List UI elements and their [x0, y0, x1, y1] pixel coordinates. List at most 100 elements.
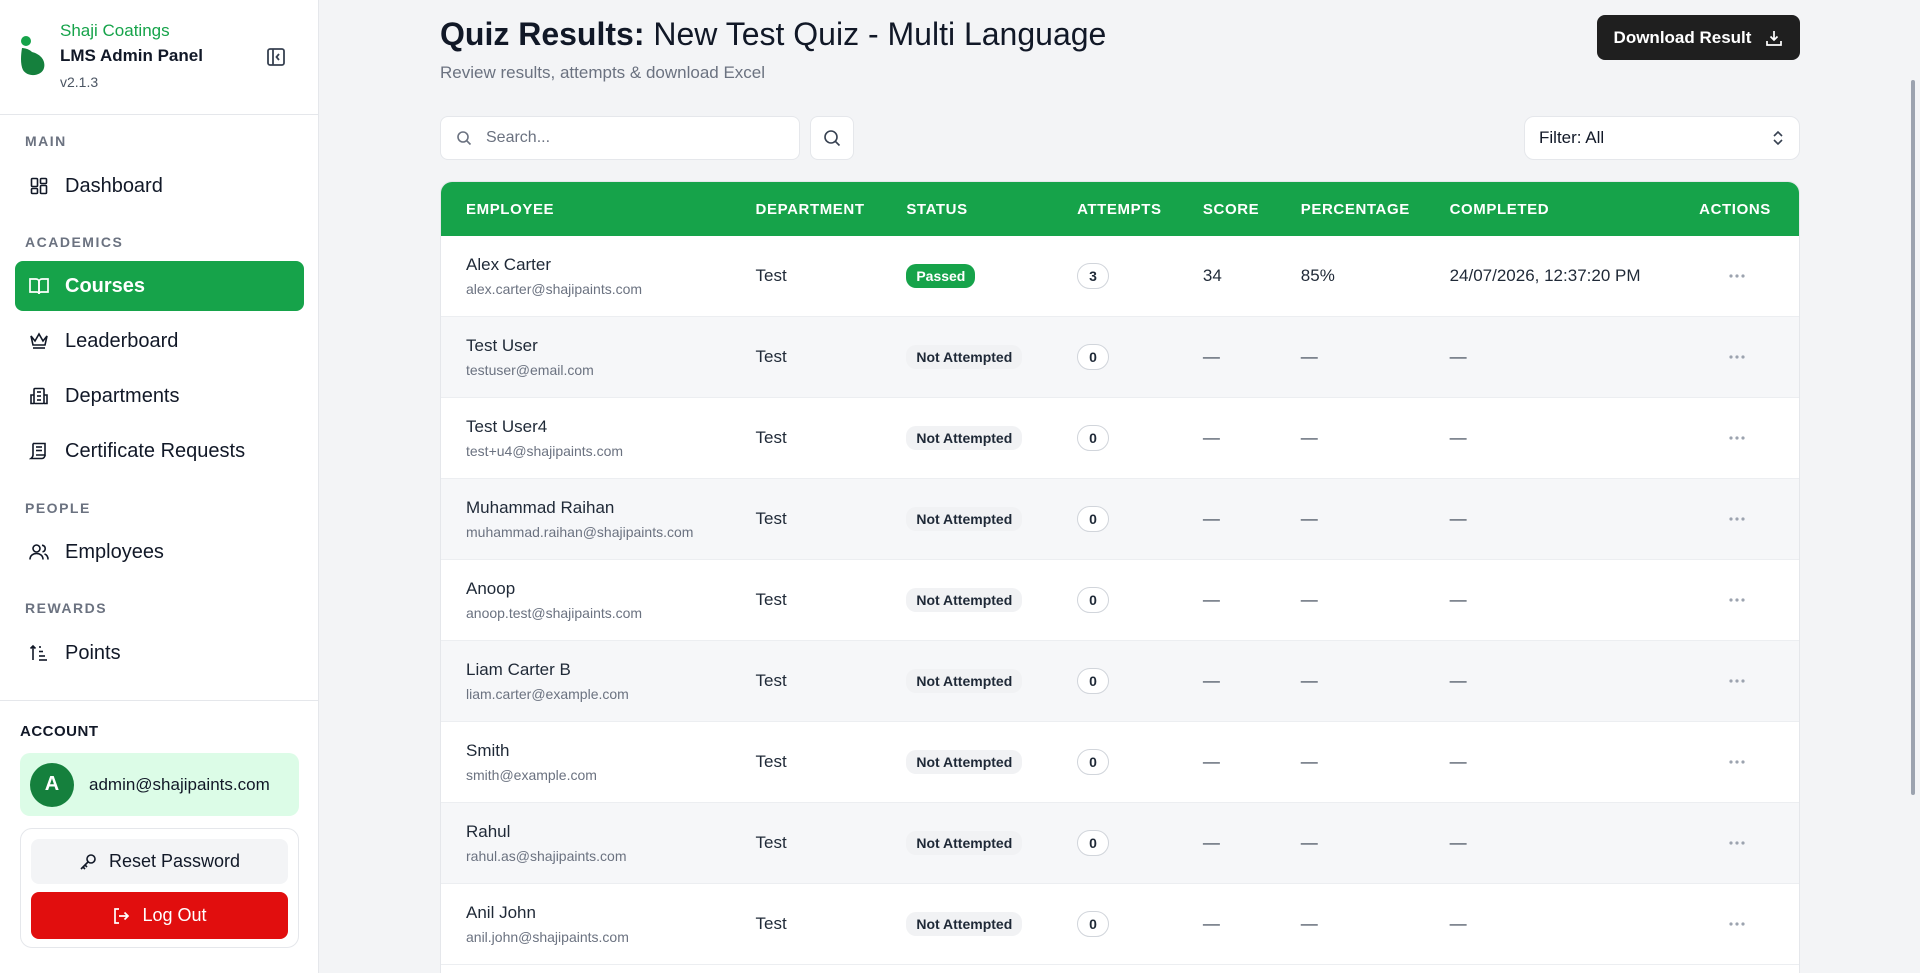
sidebar-item-label: Employees — [65, 540, 164, 563]
employee-cell: Liam Carter B liam.carter@example.com — [441, 641, 731, 721]
column-header-department[interactable]: DEPARTMENT — [731, 182, 882, 236]
score-cell: — — [1202, 509, 1220, 528]
attempts-count: 3 — [1077, 263, 1110, 289]
column-header-attempts[interactable]: ATTEMPTS — [1052, 182, 1178, 236]
row-actions-button[interactable] — [1674, 398, 1799, 478]
row-actions-button[interactable] — [1674, 317, 1799, 397]
attempts-cell: 0 — [1052, 803, 1178, 883]
column-header-actions: ACTIONS — [1699, 200, 1771, 218]
sidebar-item-label: Leaderboard — [65, 329, 179, 352]
search-button[interactable] — [810, 116, 854, 160]
score-cell: — — [1202, 428, 1220, 447]
sidebar-item-label: Dashboard — [65, 174, 163, 197]
row-actions-button[interactable] — [1674, 479, 1799, 559]
status-cell: Passed — [881, 236, 1052, 316]
chevron-up-down-icon — [1773, 130, 1783, 146]
brand-company: Shaji Coatings — [60, 21, 170, 40]
attempts-count: 0 — [1077, 830, 1110, 856]
row-actions-button[interactable] — [1674, 803, 1799, 883]
sidebar-item-leaderboard[interactable]: Leaderboard — [15, 316, 304, 366]
department-cell: Test — [755, 833, 787, 852]
more-horizontal-icon — [1728, 598, 1745, 602]
row-actions-button[interactable] — [1674, 641, 1799, 721]
search-box — [440, 116, 800, 160]
brand-version: v2.1.3 — [60, 74, 99, 90]
logout-button[interactable]: Log Out — [31, 892, 288, 939]
employee-cell: Anoop anoop.test@shajipaints.com — [441, 560, 731, 640]
completed-cell: — — [1449, 833, 1467, 852]
table-row[interactable]: Test User4 test+u4@shajipaints.com Test … — [441, 398, 1799, 479]
row-actions-button[interactable] — [1674, 722, 1799, 802]
employee-email: test+u4@shajipaints.com — [466, 443, 624, 459]
download-result-button[interactable]: Download Result — [1597, 15, 1800, 60]
department-cell: Test — [755, 752, 787, 771]
sidebar-collapse-icon[interactable] — [266, 47, 286, 67]
sidebar-item-departments[interactable]: Departments — [15, 371, 304, 421]
reset-password-label: Reset Password — [108, 851, 241, 871]
employee-cell: Muhammad Raihan muhammad.raihan@shajipai… — [441, 479, 731, 559]
filter-select[interactable]: Filter: All — [1524, 116, 1800, 160]
page-title: Quiz Results: New Test Quiz - Multi Lang… — [440, 16, 1106, 53]
status-cell: Not Attempted — [881, 884, 1052, 964]
table-row[interactable]: Alex Carter alex.carter@shajipaints.com … — [441, 236, 1799, 317]
employee-email: anil.john@shajipaints.com — [466, 929, 629, 945]
sidebar-item-label: Courses — [65, 274, 146, 297]
table-row[interactable]: Anil John anil.john@shajipaints.com Test… — [441, 884, 1799, 965]
column-header-status[interactable]: STATUS — [881, 182, 1052, 236]
status-cell: Not Attempted — [881, 560, 1052, 640]
table-header: EMPLOYEE DEPARTMENT STATUS ATTEMPTS SCOR… — [441, 182, 1799, 236]
table-row[interactable]: Muhammad Raihan muhammad.raihan@shajipai… — [441, 479, 1799, 560]
sidebar-item-employees[interactable]: Employees — [15, 527, 304, 577]
completed-cell: — — [1449, 671, 1467, 690]
row-actions-button[interactable] — [1674, 884, 1799, 964]
attempts-cell: 0 — [1052, 722, 1178, 802]
column-header-employee[interactable]: EMPLOYEE — [441, 182, 731, 236]
column-header-percentage[interactable]: PERCENTAGE — [1276, 182, 1425, 236]
brand-title: LMS Admin Panel — [60, 46, 203, 65]
sidebar-item-dashboard[interactable]: Dashboard — [15, 161, 304, 211]
completed-cell: — — [1449, 914, 1467, 933]
account-email: admin@shajipaints.com — [89, 774, 270, 794]
employee-cell: Rahul rahul.as@shajipaints.com — [441, 803, 731, 883]
account-card[interactable]: A admin@shajipaints.com — [20, 753, 299, 816]
column-header-score[interactable]: SCORE — [1178, 182, 1276, 236]
reset-password-button[interactable]: Reset Password — [31, 839, 288, 884]
percentage-cell: — — [1300, 914, 1318, 933]
sidebar-item-certificate-requests[interactable]: Certificate Requests — [15, 426, 304, 476]
status-badge: Not Attempted — [906, 426, 1023, 450]
table-row[interactable]: Anoop anoop.test@shajipaints.com Test No… — [441, 560, 1799, 641]
row-actions-button[interactable] — [1674, 236, 1799, 316]
employee-name: Smith — [466, 741, 510, 760]
attempts-count: 0 — [1077, 668, 1110, 694]
status-badge: Not Attempted — [906, 669, 1023, 693]
status-badge: Not Attempted — [906, 912, 1023, 936]
column-header-completed[interactable]: COMPLETED — [1425, 182, 1675, 236]
more-horizontal-icon — [1728, 760, 1745, 764]
sidebar-item-courses[interactable]: Courses — [15, 261, 304, 311]
status-badge: Not Attempted — [906, 750, 1023, 774]
more-horizontal-icon — [1728, 355, 1745, 359]
row-actions-button[interactable] — [1674, 560, 1799, 640]
percentage-cell: — — [1300, 671, 1318, 690]
employee-email: anoop.test@shajipaints.com — [466, 605, 643, 621]
attempts-count: 0 — [1077, 911, 1110, 937]
attempts-cell: 0 — [1052, 641, 1178, 721]
page-scrollbar[interactable] — [1911, 80, 1915, 795]
employee-email: smith@example.com — [466, 767, 597, 783]
table-row[interactable]: Rahul rahul.as@shajipaints.com Test Not … — [441, 803, 1799, 884]
employee-name: Test User — [466, 336, 538, 355]
status-cell: Not Attempted — [881, 641, 1052, 721]
department-cell: Test — [755, 347, 787, 366]
page-title-prefix: Quiz Results: — [440, 16, 645, 52]
sidebar-item-points[interactable]: Points — [15, 628, 304, 678]
score-cell: 34 — [1202, 266, 1222, 285]
search-input[interactable] — [486, 129, 776, 147]
table-row[interactable]: Test User testuser@email.com Test Not At… — [441, 317, 1799, 398]
table-row[interactable]: Liam Carter B liam.carter@example.com Te… — [441, 641, 1799, 722]
score-cell: — — [1202, 347, 1220, 366]
status-cell: Not Attempted — [881, 317, 1052, 397]
attempts-count: 0 — [1077, 425, 1110, 451]
sidebar: Shaji Coatings LMS Admin Panel v2.1.3 MA… — [0, 0, 319, 973]
avatar: A — [30, 762, 74, 807]
table-row[interactable]: Smith smith@example.com Test Not Attempt… — [441, 722, 1799, 803]
